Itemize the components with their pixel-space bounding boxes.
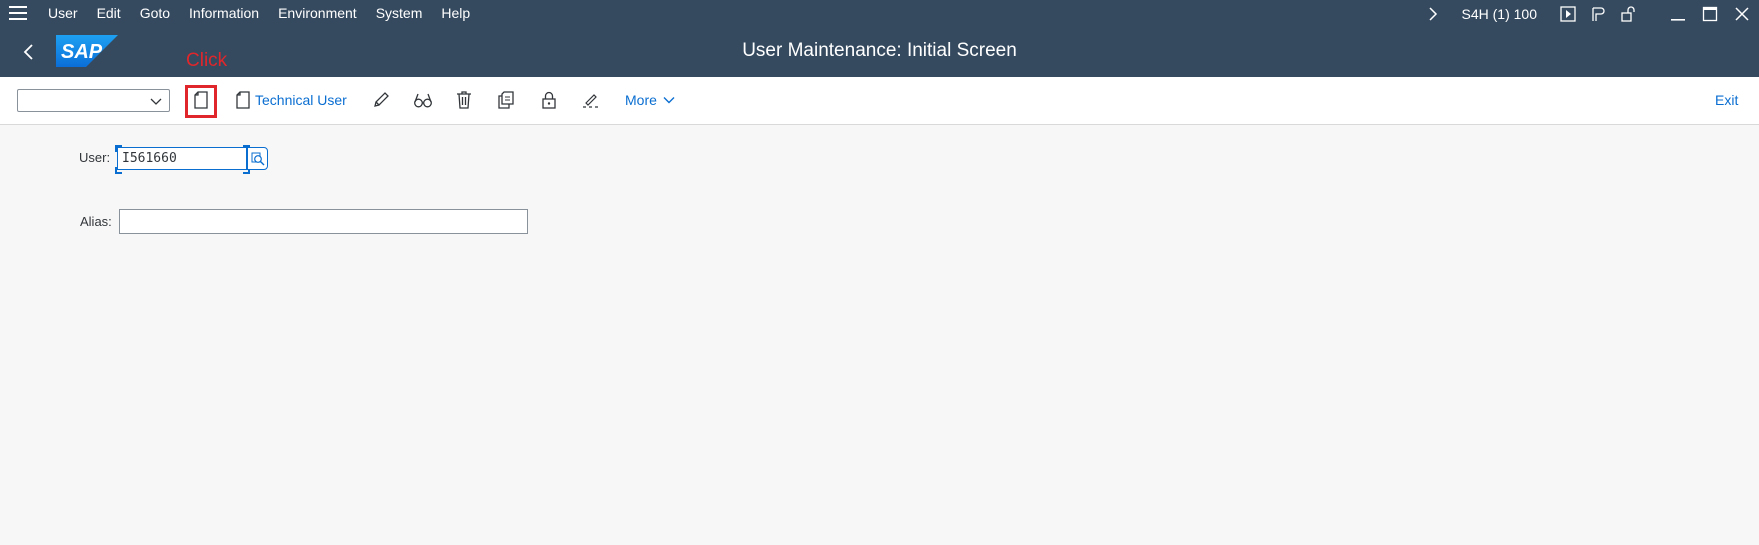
hamburger-menu-icon[interactable] <box>9 6 27 20</box>
command-field-combo[interactable] <box>17 89 170 112</box>
maximize-icon[interactable] <box>1699 3 1721 25</box>
unlock-icon[interactable] <box>1617 3 1639 25</box>
value-help-button[interactable] <box>247 147 268 170</box>
page-title: User Maintenance: Initial Screen <box>742 40 1017 61</box>
signature-icon <box>583 94 598 108</box>
new-document-icon <box>236 91 250 109</box>
menu-item-system[interactable]: System <box>376 5 423 21</box>
title-bar: SAP User Maintenance: Initial Screen <box>0 27 1759 77</box>
menu-item-environment[interactable]: Environment <box>278 5 357 21</box>
system-area: S4H (1) 100 <box>1422 0 1759 27</box>
search-icon <box>251 152 264 165</box>
customize-icon[interactable] <box>1587 3 1609 25</box>
trash-icon <box>457 91 471 109</box>
chevron-down-icon <box>663 97 675 104</box>
technical-user-button[interactable]: Technical User <box>236 87 347 113</box>
exit-button[interactable]: Exit <box>1715 87 1738 113</box>
menu-item-edit[interactable]: Edit <box>97 5 121 21</box>
menu-item-goto[interactable]: Goto <box>140 5 170 21</box>
more-button[interactable]: More <box>625 87 676 113</box>
change-button[interactable] <box>370 87 392 113</box>
change-password-button[interactable] <box>580 87 602 113</box>
lock-unlock-button[interactable] <box>538 87 560 113</box>
pencil-icon <box>374 92 389 107</box>
user-input[interactable]: I561660 <box>117 147 247 170</box>
minimize-icon[interactable] <box>1667 3 1689 25</box>
chevron-down-icon <box>150 98 162 105</box>
click-highlight-box <box>185 85 217 118</box>
menu-item-help[interactable]: Help <box>441 5 470 21</box>
glasses-icon <box>414 93 432 108</box>
menu-bar: User Edit Goto Information Environment S… <box>0 0 1759 27</box>
user-label: User: <box>79 150 111 165</box>
delete-button[interactable] <box>453 87 475 113</box>
copy-icon <box>498 91 514 109</box>
menu-items: User Edit Goto Information Environment S… <box>48 5 489 21</box>
display-button[interactable] <box>411 87 435 113</box>
menu-item-information[interactable]: Information <box>189 5 259 21</box>
close-icon[interactable] <box>1731 3 1753 25</box>
click-hint-label: Click <box>186 50 228 71</box>
more-label: More <box>625 92 657 108</box>
lock-icon <box>542 91 556 109</box>
focus-corner <box>115 167 122 174</box>
application-toolbar: Technical User More Exit <box>0 77 1759 125</box>
alias-label: Alias: <box>80 214 112 229</box>
chevron-right-icon[interactable] <box>1422 3 1444 25</box>
copy-button[interactable] <box>495 87 517 113</box>
alias-input[interactable] <box>119 209 528 234</box>
play-icon[interactable] <box>1557 3 1579 25</box>
focus-corner <box>115 145 122 152</box>
technical-user-label: Technical User <box>255 92 347 108</box>
system-info: S4H (1) 100 <box>1461 5 1537 22</box>
menu-item-user[interactable]: User <box>48 5 78 21</box>
